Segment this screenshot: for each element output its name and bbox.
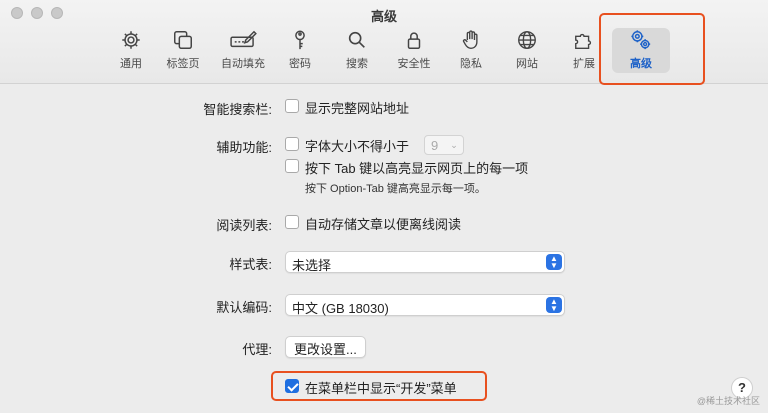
develop-menu-highlight [271,371,487,401]
encoding-label: 默认编码: [216,300,272,315]
show-full-address-label: 显示完整网站地址 [305,101,410,116]
min-font-size-checkbox[interactable] [285,137,299,151]
preferences-toolbar: 高级 通用 标签页 自动填充 密码 搜索 安全性 隐私 网站 扩展 高级 [0,0,768,85]
tab-tabs[interactable]: 标签页 [160,28,206,74]
lock-icon [401,28,427,52]
updown-arrows-icon: ▲ ▼ [546,254,562,270]
tab-privacy[interactable]: 隐私 [448,28,494,74]
gear-icon [118,28,144,52]
puzzle-icon [571,28,597,52]
updown-arrows-icon: ▲ ▼ [546,297,562,313]
tab-autofill-label: 自动填充 [221,58,265,70]
proxy-label: 代理: [242,342,272,357]
accessibility-label: 辅助功能: [216,140,272,155]
pencil-field-icon [227,28,259,52]
tab-search[interactable]: 搜索 [334,28,380,74]
tab-security-label: 安全性 [397,58,431,70]
tab-privacy-label: 隐私 [460,58,482,70]
tab-passwords-label: 密码 [289,58,311,70]
tab-search-label: 搜索 [346,58,368,70]
chevron-down-icon: ⌄ [450,140,458,150]
save-offline-checkbox[interactable] [285,215,299,229]
tab-websites-label: 网站 [516,58,538,70]
encoding-value: 中文 (GB 18030) [292,301,389,316]
hand-icon [458,28,484,52]
reading-list-label: 阅读列表: [216,218,272,233]
tab-autofill[interactable]: 自动填充 [218,28,268,74]
stylesheet-value: 未选择 [292,258,332,273]
advanced-tab-highlight [599,13,705,85]
min-font-size-label: 字体大小不得小于 [305,139,410,154]
tab-highlight-checkbox[interactable] [285,159,299,173]
tab-highlight-label: 按下 Tab 键以高亮显示网页上的每一项 [305,161,529,176]
tab-tabs-label: 标签页 [166,58,200,70]
smart-search-label: 智能搜索栏: [203,102,272,117]
tab-general[interactable]: 通用 [108,28,154,74]
tabs-icon [170,28,196,52]
search-icon [344,28,370,52]
stylesheet-select[interactable]: 未选择 ▲ ▼ [285,251,565,273]
globe-icon [514,28,540,52]
stylesheet-label: 样式表: [229,257,272,272]
show-full-address-checkbox[interactable] [285,99,299,113]
tab-highlight-hint: 按下 Option-Tab 键高亮显示每一项。 [305,183,486,195]
min-font-size-select[interactable]: 9 ⌄ [424,135,464,155]
tab-passwords[interactable]: 密码 [277,28,323,74]
encoding-select[interactable]: 中文 (GB 18030) ▲ ▼ [285,294,565,316]
tab-security[interactable]: 安全性 [390,28,438,74]
tab-extensions-label: 扩展 [573,58,595,70]
change-proxy-settings-button[interactable]: 更改设置... [285,336,366,358]
min-font-size-value: 9 [431,138,439,153]
watermark: @稀土技术社区 [696,396,760,406]
save-offline-label: 自动存储文章以便离线阅读 [305,217,462,232]
key-icon [287,28,313,52]
tab-websites[interactable]: 网站 [504,28,550,74]
tab-general-label: 通用 [120,58,142,70]
safari-preferences-window: 高级 通用 标签页 自动填充 密码 搜索 安全性 隐私 网站 扩展 高级 智能搜… [0,0,768,413]
